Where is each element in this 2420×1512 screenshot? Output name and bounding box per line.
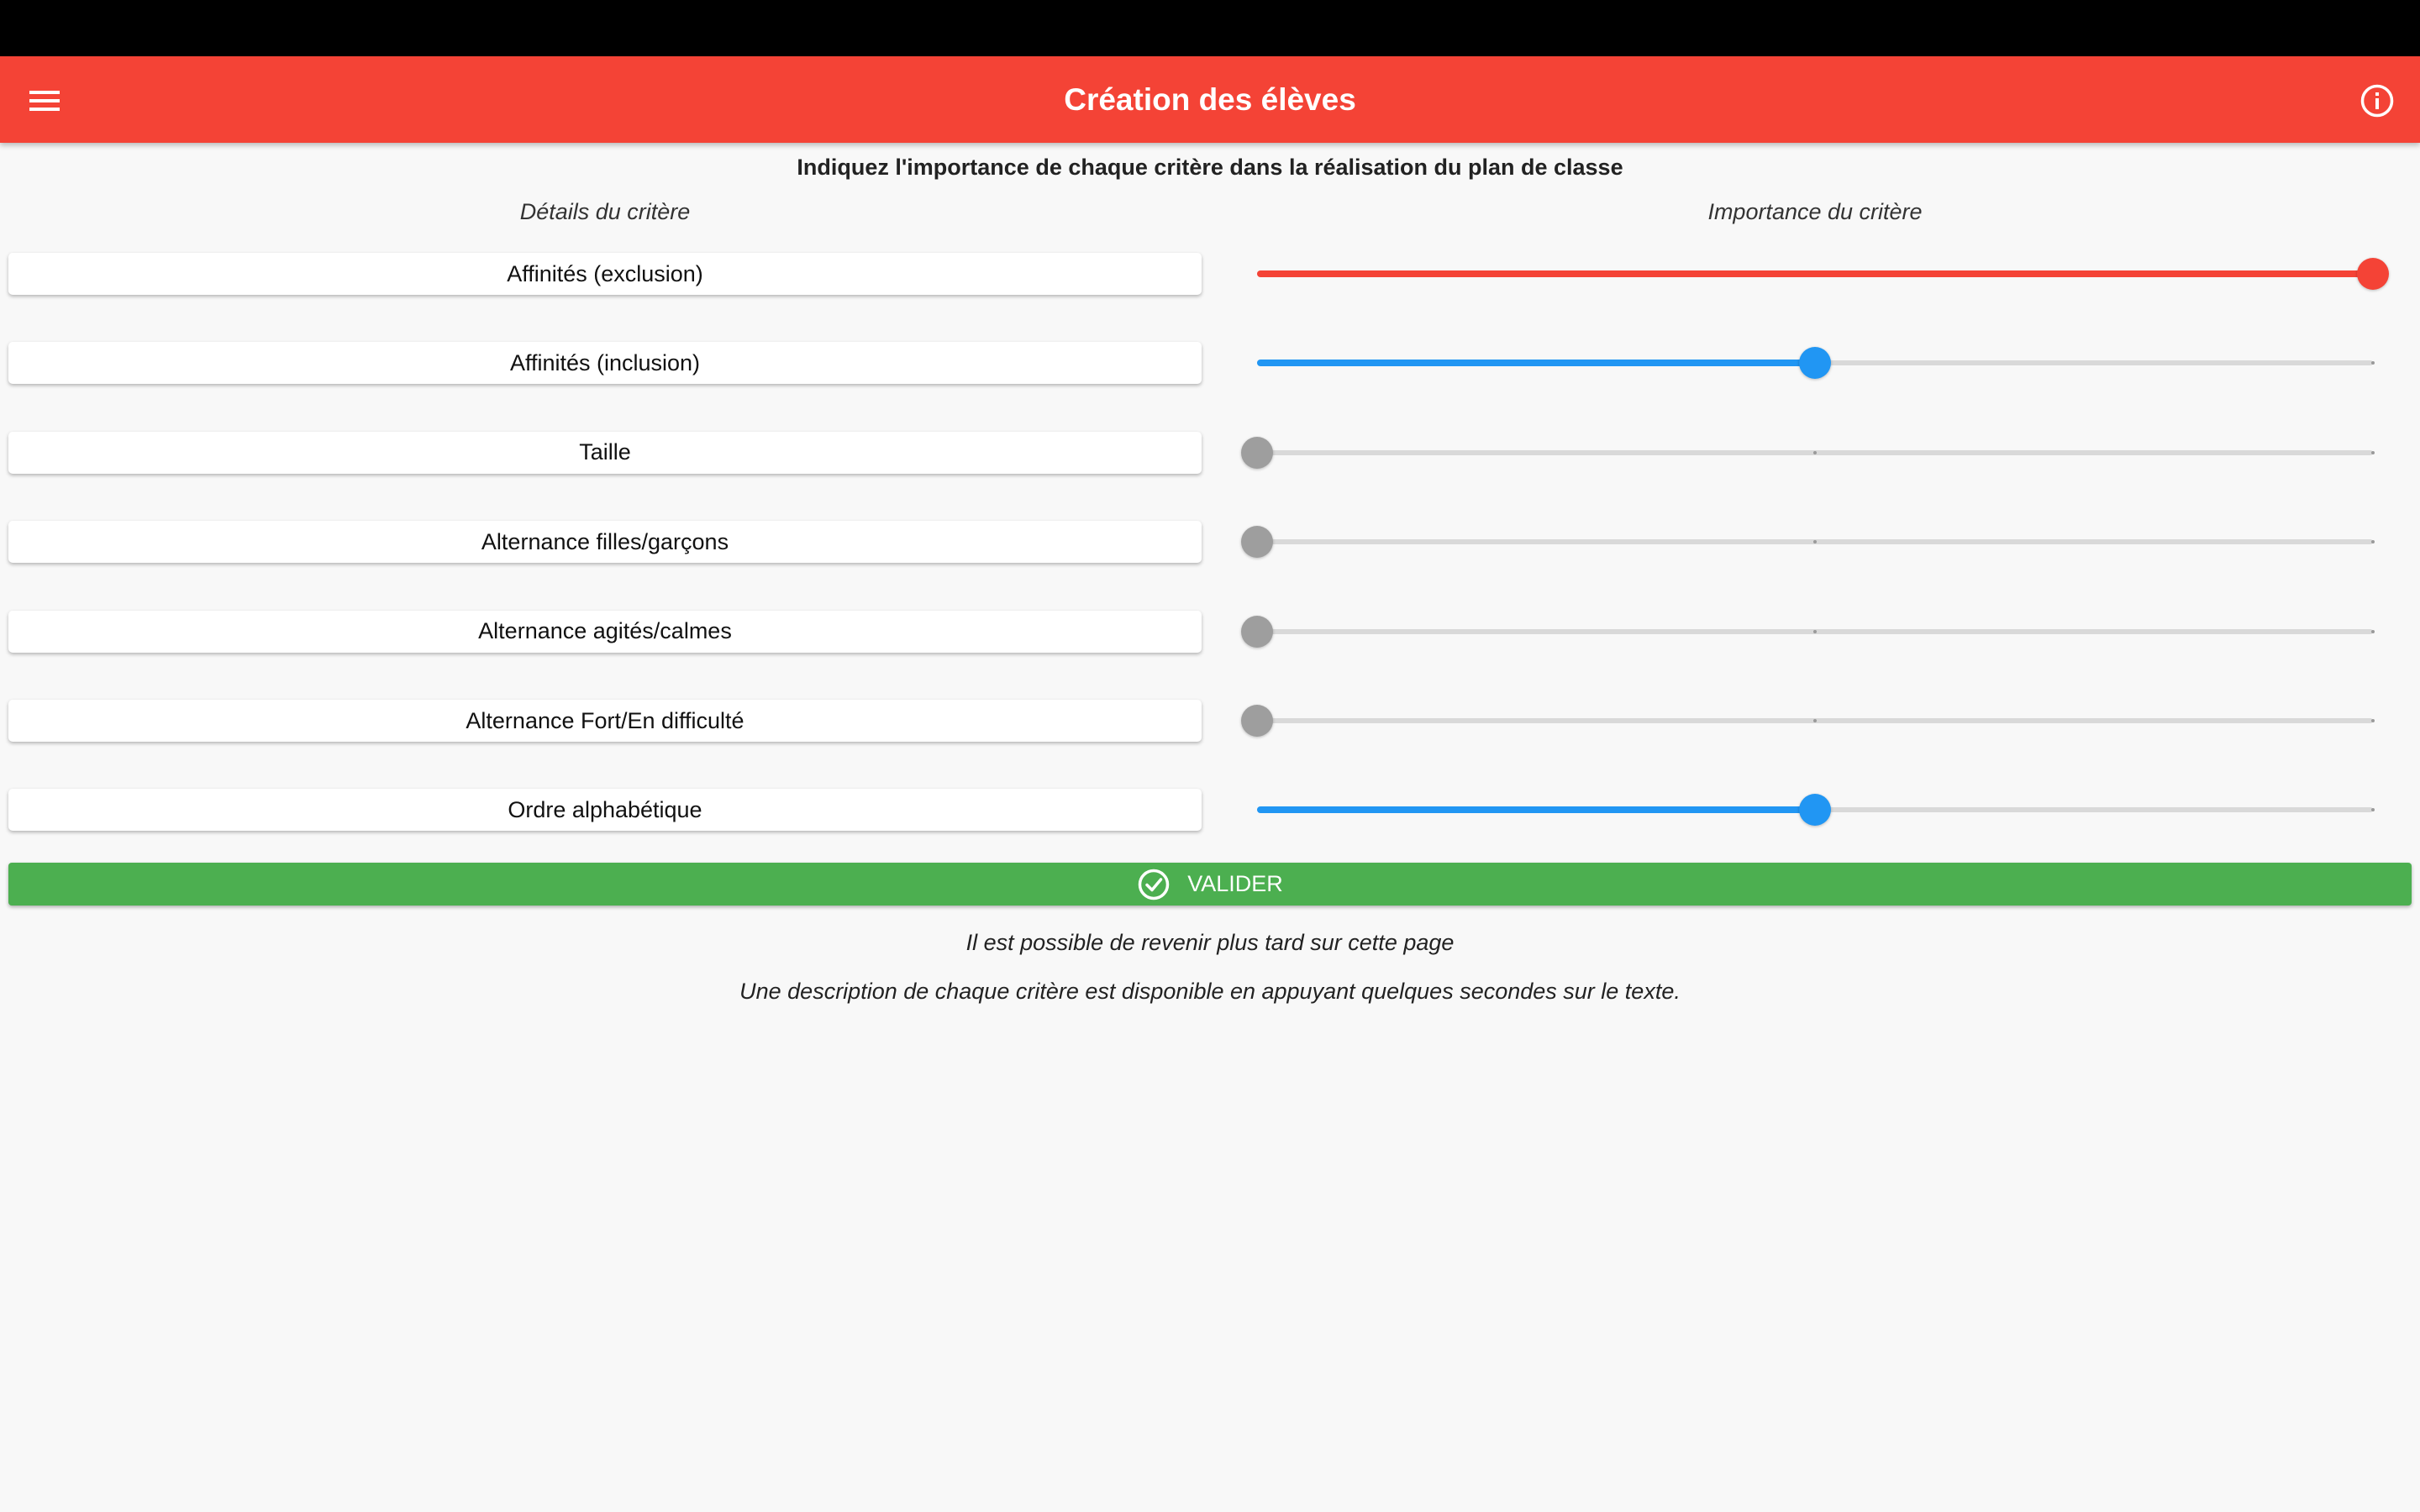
check-circle-icon	[1137, 868, 1171, 901]
validate-label: VALIDER	[1187, 871, 1283, 896]
slider-tick	[2371, 629, 2375, 633]
criterion-label[interactable]: Alternance agités/calmes	[8, 610, 1202, 653]
slider-tick	[2371, 450, 2375, 454]
criterion-label[interactable]: Alternance Fort/En difficulté	[8, 700, 1202, 742]
importance-slider[interactable]	[1257, 789, 2375, 831]
slider-tick	[2371, 808, 2375, 812]
criterion-label[interactable]: Affinités (inclusion)	[8, 342, 1202, 385]
slider-tick	[1813, 450, 1817, 454]
slider-thumb[interactable]	[1241, 705, 1273, 737]
criterion-label[interactable]: Ordre alphabétique	[8, 789, 1202, 832]
slider-fill	[1257, 360, 1815, 367]
importance-slider[interactable]	[1241, 700, 2375, 742]
criterion-row: Ordre alphabétique	[0, 789, 2420, 836]
slider-thumb[interactable]	[1241, 526, 1273, 559]
slider-fill	[1257, 806, 1815, 814]
importance-slider[interactable]	[1241, 432, 2375, 474]
slider-thumb[interactable]	[1241, 436, 1273, 469]
importance-slider[interactable]	[1241, 521, 2375, 563]
instruction-text: Indiquez l'importance de chaque critère …	[797, 155, 1623, 180]
slider-thumb[interactable]	[1799, 794, 1831, 827]
app-bar: Création des élèves	[0, 56, 2420, 143]
criterion-row: Alternance Fort/En difficulté	[0, 700, 2420, 747]
note-later: Il est possible de revenir plus tard sur…	[965, 930, 1455, 955]
slider-tick	[1813, 719, 1817, 722]
slider-tick	[2371, 361, 2375, 365]
criterion-label[interactable]: Taille	[8, 431, 1202, 474]
criterion-row: Alternance filles/garçons	[0, 521, 2420, 568]
importance-slider[interactable]	[1257, 253, 2389, 295]
slider-tick	[2371, 719, 2375, 722]
slider-thumb[interactable]	[1241, 615, 1273, 648]
criterion-label[interactable]: Affinités (exclusion)	[8, 253, 1202, 295]
status-bar	[0, 0, 2420, 56]
slider-tick	[1813, 629, 1817, 633]
criterion-row: Affinités (inclusion)	[0, 342, 2420, 389]
criterion-row: Taille	[0, 431, 2420, 479]
criterion-label[interactable]: Alternance filles/garçons	[8, 521, 1202, 564]
slider-fill	[1257, 270, 2373, 277]
details-column-header: Détails du critère	[519, 199, 691, 224]
importance-slider[interactable]	[1241, 611, 2375, 653]
slider-tick	[2371, 540, 2375, 544]
importance-slider[interactable]	[1257, 342, 2375, 384]
validate-button[interactable]: VALIDER	[8, 863, 2412, 906]
importance-column-header: Importance du critère	[1707, 199, 1923, 224]
note-description: Une description de chaque critère est di…	[739, 979, 1681, 1004]
info-icon	[2360, 84, 2394, 118]
criterion-row: Affinités (exclusion)	[0, 253, 2420, 300]
info-button[interactable]	[2351, 75, 2403, 127]
slider-thumb[interactable]	[2357, 258, 2389, 290]
slider-thumb[interactable]	[1799, 347, 1831, 380]
criterion-row: Alternance agités/calmes	[0, 610, 2420, 658]
page-title: Création des élèves	[1064, 81, 1356, 117]
